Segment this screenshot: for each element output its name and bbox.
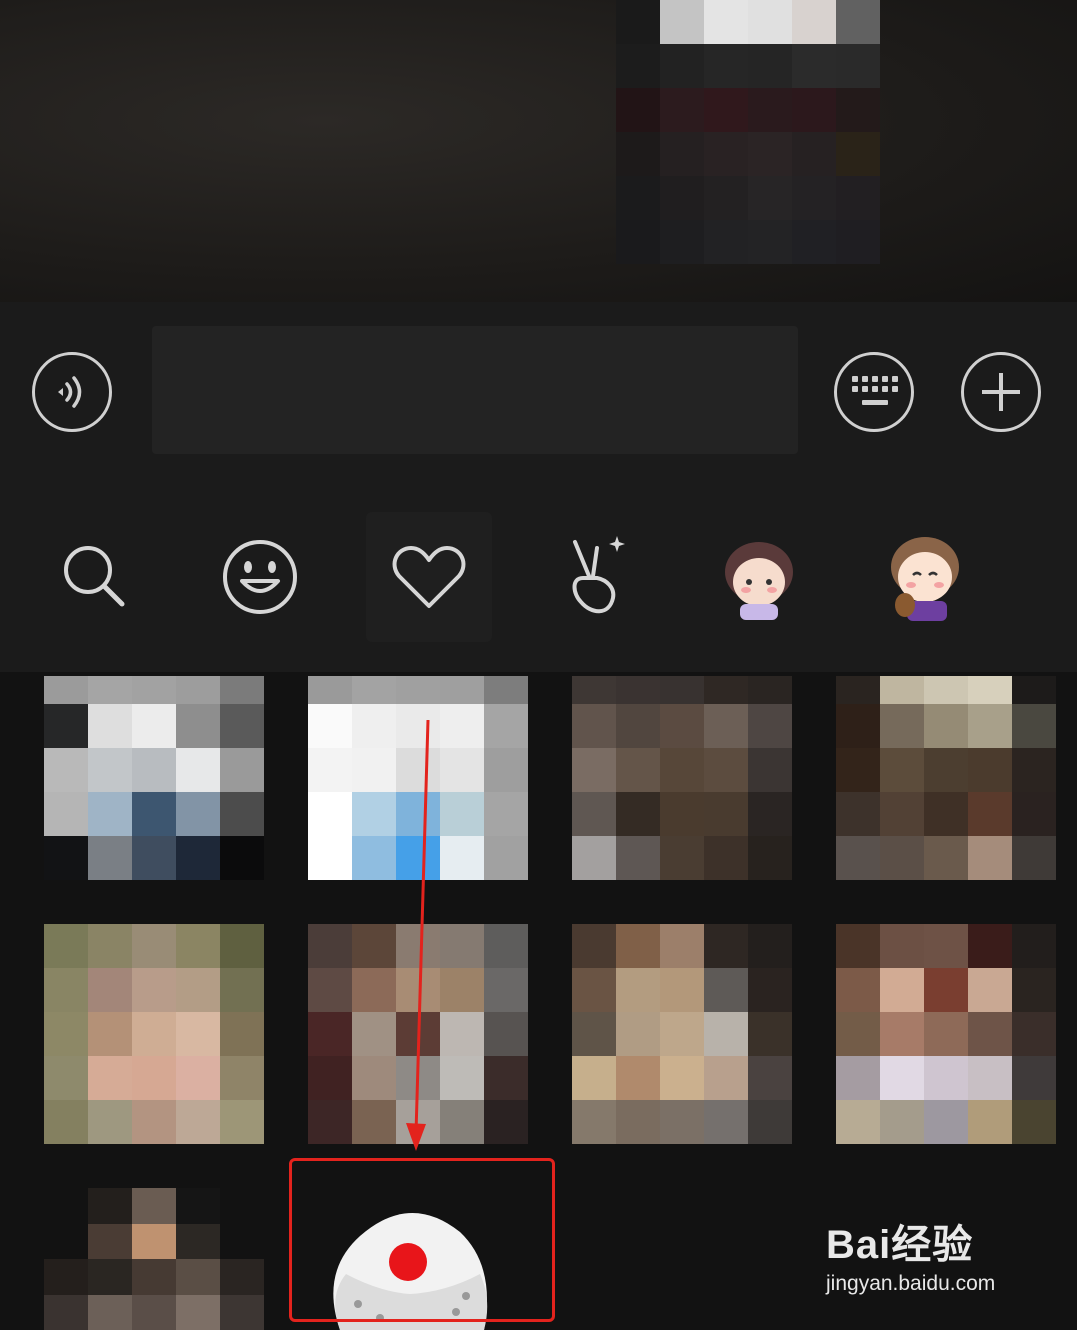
tab-emoji[interactable] (197, 512, 323, 642)
search-icon (64, 546, 125, 607)
baidu-watermark: Bai经验 jingyan.baidu.com (826, 1212, 1026, 1312)
keyboard-button[interactable] (834, 352, 914, 432)
heart-icon (392, 546, 466, 608)
tab-sticker-pack-1[interactable] (696, 512, 822, 642)
sticker-item[interactable] (572, 924, 792, 1144)
tab-gestures[interactable] (530, 512, 656, 642)
tab-favorites[interactable] (366, 512, 492, 642)
plus-icon (982, 373, 1020, 411)
tab-sticker-pack-3[interactable] (1040, 512, 1077, 642)
sticker-item[interactable] (44, 924, 264, 1144)
sticker-item[interactable] (44, 676, 264, 880)
sticker-item[interactable] (44, 1188, 264, 1330)
more-button[interactable] (961, 352, 1041, 432)
sticker-item[interactable] (836, 676, 1056, 880)
tab-sticker-pack-2[interactable] (862, 512, 988, 642)
watermark-url: jingyan.baidu.com (826, 1272, 996, 1295)
keyboard-icon (852, 376, 898, 405)
cartoon-sticker-icon (891, 537, 959, 621)
pixelated-image (616, 0, 880, 264)
sticker-item[interactable] (836, 924, 1056, 1144)
smiley-icon (223, 540, 297, 614)
highlight-box (289, 1158, 555, 1322)
voice-button[interactable] (32, 352, 112, 432)
chat-message-area (0, 0, 1077, 302)
annotation-arrow (406, 719, 430, 1151)
sticker-item[interactable] (572, 676, 792, 880)
voice-wave-icon (58, 376, 82, 408)
peace-hand-icon (572, 536, 625, 614)
watermark-logo: Bai经验 (826, 1223, 974, 1267)
tab-search[interactable] (32, 512, 158, 642)
message-input[interactable] (152, 326, 798, 454)
cartoon-sticker-icon (725, 542, 793, 620)
